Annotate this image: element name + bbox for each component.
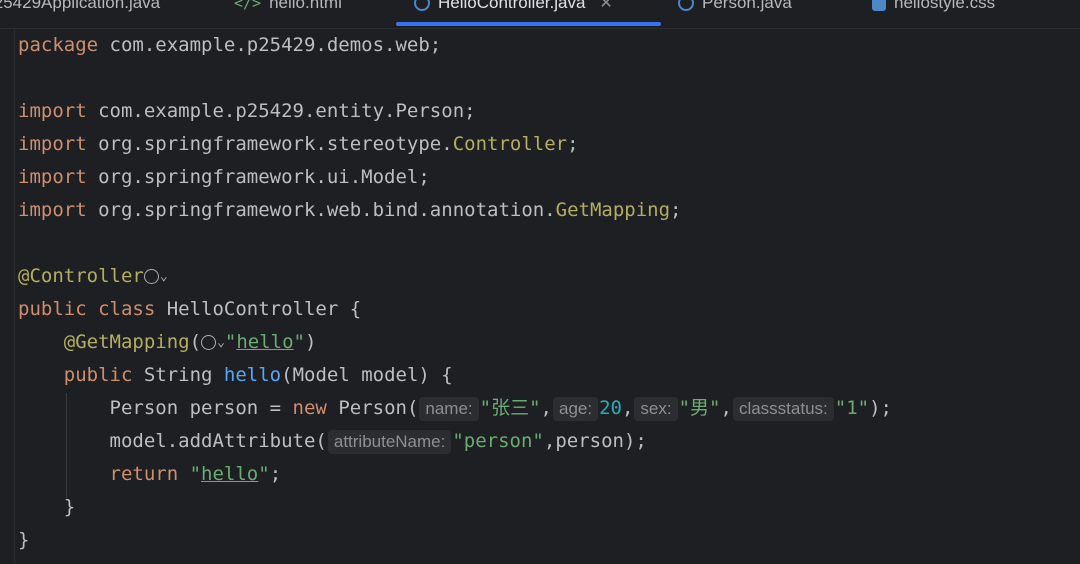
code-line: } [18, 529, 30, 551]
tab-label: Person.java [702, 0, 792, 12]
code-line: import org.springframework.ui.Model; [18, 166, 430, 188]
java-class-icon [678, 0, 694, 11]
css-icon [872, 0, 886, 11]
code-line: public String hello(Model model) { [63, 364, 453, 386]
parameter-hint: attributeName: [327, 429, 452, 454]
code-line: Person person = new Person(name: "张三", age… [109, 396, 892, 421]
parameter-hint: classstatus: [732, 396, 834, 421]
parameter-hint: age: [552, 396, 599, 421]
code-line: import org.springframework.web.bind.anno… [18, 199, 682, 221]
code-line: model.addAttribute(attributeName: "person… [109, 429, 647, 454]
code-line: public class HelloController { [18, 298, 362, 320]
tab-label: hello.html [269, 0, 342, 12]
tab-hellostyle-css[interactable]: hellostyle.css [872, 0, 995, 18]
tab-label: HelloController.java [438, 0, 586, 12]
web-endpoint-icon[interactable] [143, 269, 159, 284]
tab-label: l25429Application.java [0, 0, 161, 12]
code-line: import com.example.p25429.entity.Person; [18, 100, 476, 122]
code-editor[interactable]: package com.example.p25429.demos.web; im… [0, 29, 1080, 564]
code-line: @Controller ⌄ [18, 260, 168, 293]
code-line: import org.springframework.stereotype.Co… [18, 133, 579, 155]
code-line: @GetMapping(⌄"hello") [18, 326, 317, 359]
code-line: return "hello"; [109, 463, 282, 485]
code-line: } [63, 496, 76, 518]
chevron-down-icon[interactable]: ⌄ [217, 326, 225, 359]
web-endpoint-icon[interactable] [201, 335, 217, 350]
tab-label: hellostyle.css [894, 0, 996, 12]
tab-hello-html[interactable]: </> hello.html [234, 0, 342, 18]
java-class-icon [414, 0, 430, 11]
chevron-down-icon[interactable]: ⌄ [160, 260, 168, 293]
tab-hello-controller-java[interactable]: HelloController.java ✕ [414, 0, 613, 18]
active-tab-indicator [396, 22, 661, 26]
html-icon: </> [234, 0, 262, 12]
tab-person-java[interactable]: Person.java [678, 0, 792, 18]
editor-tab-bar: l25429Application.java </> hello.html He… [0, 0, 1080, 29]
parameter-hint: name: [419, 396, 479, 421]
parameter-hint: sex: [634, 396, 678, 421]
close-icon[interactable]: ✕ [599, 0, 612, 13]
gutter-divider [14, 29, 15, 564]
code-line: package com.example.p25429.demos.web; [18, 34, 442, 56]
tab-application-java[interactable]: l25429Application.java [0, 0, 160, 18]
